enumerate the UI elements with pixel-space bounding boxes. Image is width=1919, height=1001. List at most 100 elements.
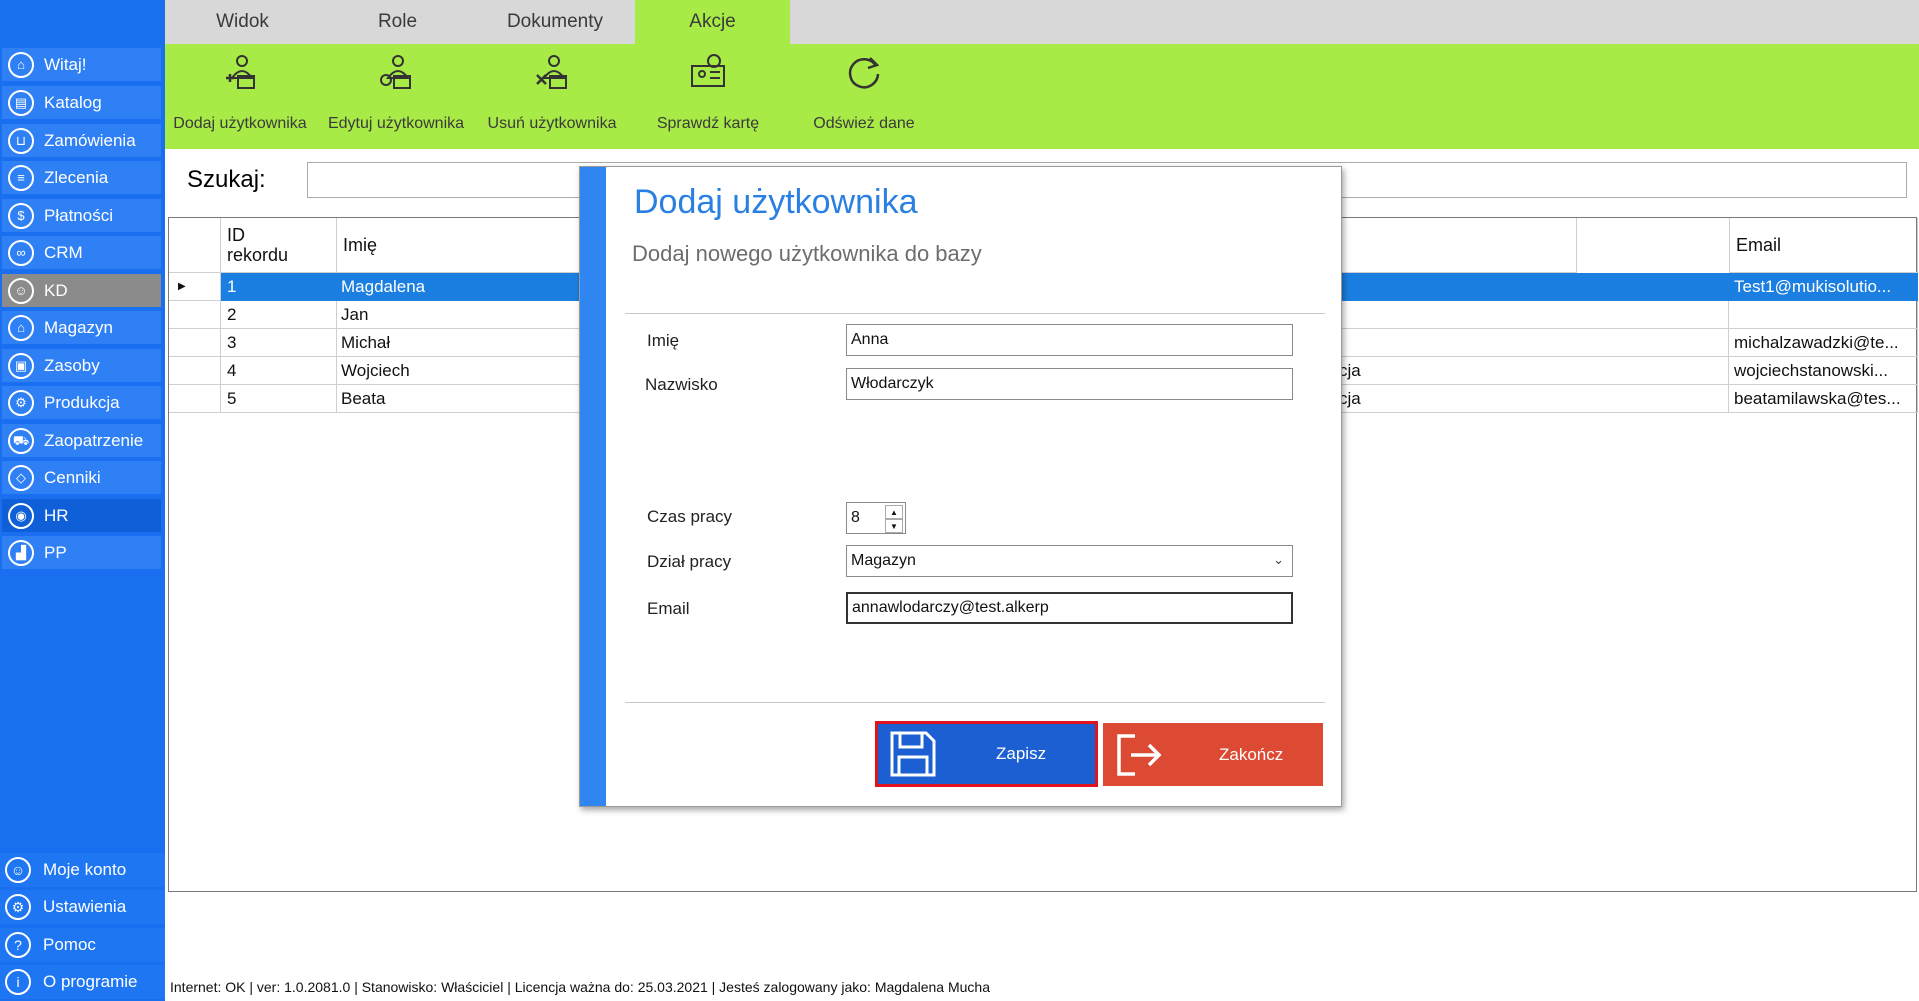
card-icon — [691, 54, 725, 87]
sidebar-item-produkcja[interactable]: ⚙ Produkcja — [2, 386, 161, 419]
table-row[interactable]: 4 — [221, 357, 337, 385]
info-icon: i — [5, 969, 31, 995]
chevron-down-icon: ⌄ — [1273, 552, 1284, 567]
sidebar-item-crm[interactable]: ∞ CRM — [2, 236, 161, 269]
sidebar-item-kd[interactable]: ☺ KD — [2, 274, 161, 307]
edit-user-button[interactable]: Edytuj użytkownika — [321, 44, 471, 149]
close-button[interactable]: Zakończ — [1103, 723, 1323, 786]
ribbon-label: Dodaj użytkownika — [173, 115, 307, 132]
table-row[interactable] — [1729, 301, 1918, 329]
grid-header-id[interactable]: ID rekordu — [221, 218, 337, 273]
sidebar-item-ustawienia[interactable]: ⚙ Ustawienia — [0, 890, 165, 924]
stepper-up-icon[interactable]: ▲ — [885, 505, 903, 519]
department-value: Magazyn — [851, 552, 916, 569]
table-row[interactable]: Test1@mukisolutio... — [1729, 273, 1918, 301]
sidebar-item-label: Zlecenia — [44, 167, 109, 187]
sidebar-item-pomoc[interactable]: ? Pomoc — [0, 928, 165, 962]
tab-widok[interactable]: Widok — [165, 0, 320, 44]
table-cell-mid: cja — [1339, 361, 1361, 380]
sidebar-item-platnosci[interactable]: $ Płatności — [2, 199, 161, 232]
sidebar-item-label: Pomoc — [43, 935, 96, 954]
email-label: Email — [647, 599, 690, 618]
sidebar-item-zamowienia[interactable]: ⊔ Zamówienia — [2, 124, 161, 157]
sidebar-item-witaj[interactable]: ⌂ Witaj! — [2, 48, 161, 81]
table-row[interactable]: 1 — [221, 273, 337, 301]
sidebar-item-label: CRM — [44, 242, 83, 262]
tab-dokumenty[interactable]: Dokumenty — [475, 0, 635, 44]
sidebar-item-label: HR — [44, 505, 69, 525]
check-card-button[interactable]: Sprawdź kartę — [633, 44, 783, 149]
table-row[interactable]: 5 — [221, 385, 337, 413]
department-label: Dział pracy — [647, 552, 732, 571]
status-bar: Internet: OK | ver: 1.0.2081.0 | Stanowi… — [170, 979, 991, 995]
book-icon: ▤ — [8, 89, 34, 116]
id-icon: ◉ — [8, 502, 34, 529]
dialog-title: Dodaj użytkownika — [634, 183, 918, 221]
row-indicator — [169, 357, 221, 385]
sidebar-item-magazyn[interactable]: ⌂ Magazyn — [2, 311, 161, 344]
exit-icon — [1117, 733, 1162, 776]
work-hours-stepper[interactable]: 8 ▲ ▼ — [846, 502, 906, 534]
first-name-field[interactable]: Anna — [846, 324, 1293, 356]
table-row[interactable]: 3 — [221, 329, 337, 357]
refresh-button[interactable]: Odśwież dane — [789, 44, 939, 149]
sidebar-item-katalog[interactable]: ▤ Katalog — [2, 86, 161, 119]
divider — [625, 702, 1325, 703]
sidebar-item-label: PP — [44, 542, 67, 562]
truck-icon: ⛟ — [8, 427, 34, 454]
department-select[interactable]: Magazyn ⌄ — [846, 545, 1293, 577]
sidebar-item-cenniki[interactable]: ◇ Cenniki — [2, 461, 161, 494]
grid-header-email[interactable]: Email — [1729, 218, 1918, 273]
stepper-down-icon[interactable]: ▼ — [885, 519, 903, 533]
sidebar-item-zaopatrzenie[interactable]: ⛟ Zaopatrzenie — [2, 424, 161, 457]
sidebar-item-pp[interactable]: ▟ PP — [2, 536, 161, 569]
save-button[interactable]: Zapisz — [875, 721, 1098, 787]
box-icon: ▣ — [8, 352, 34, 379]
ribbon-label: Edytuj użytkownika — [327, 115, 465, 132]
delete-user-button[interactable]: Usuń użytkownika — [477, 44, 627, 149]
last-name-field[interactable]: Włodarczyk — [846, 368, 1293, 400]
floppy-disk-icon — [890, 731, 936, 777]
sidebar-item-o-programie[interactable]: i O programie — [0, 965, 165, 999]
delete-user-icon — [536, 55, 567, 89]
list-icon: ≡ — [8, 164, 34, 191]
row-indicator — [169, 329, 221, 357]
dollar-icon: $ — [8, 202, 34, 229]
first-name-label: Imię — [647, 331, 680, 350]
sidebar-item-label: O programie — [43, 972, 138, 991]
sidebar-item-zasoby[interactable]: ▣ Zasoby — [2, 349, 161, 382]
row-indicator — [169, 301, 221, 329]
user-icon: ☺ — [8, 277, 34, 304]
email-field[interactable]: annawlodarczy@test.alkerp — [846, 592, 1293, 624]
table-row[interactable]: beatamilawska@tes... — [1729, 385, 1918, 413]
grid-header-indicator — [169, 218, 221, 273]
table-row[interactable]: michalzawadzki@te... — [1729, 329, 1918, 357]
last-name-label: Nazwisko — [645, 375, 718, 394]
table-row[interactable]: 2 — [221, 301, 337, 329]
cart-icon: ⊔ — [8, 127, 34, 154]
gear-icon: ⚙ — [8, 389, 34, 416]
sidebar-item-label: Ustawienia — [43, 897, 127, 916]
add-user-icon — [226, 55, 255, 89]
sidebar-item-label: Produkcja — [44, 392, 120, 412]
table-row[interactable]: wojciechstanowski... — [1729, 357, 1918, 385]
account-icon: ☺ — [5, 857, 31, 883]
sidebar-item-label: Cenniki — [44, 467, 101, 487]
tab-bar: Widok Role Dokumenty Akcje — [165, 0, 1919, 44]
tab-role[interactable]: Role — [320, 0, 475, 44]
sidebar-item-hr[interactable]: ◉ HR — [2, 499, 161, 532]
tab-akcje[interactable]: Akcje — [635, 0, 790, 44]
tag-icon: ◇ — [8, 464, 34, 491]
search-label: Szukaj: — [187, 166, 266, 193]
ribbon-label: Sprawdź kartę — [656, 115, 760, 132]
row-indicator — [169, 385, 221, 413]
add-user-dialog: Dodaj użytkownika Dodaj nowego użytkowni… — [579, 166, 1342, 807]
sidebar-item-zlecenia[interactable]: ≡ Zlecenia — [2, 161, 161, 194]
add-user-button[interactable]: Dodaj użytkownika — [165, 44, 315, 149]
sidebar: ⌂ Witaj! ▤ Katalog ⊔ Zamówienia ≡ Zlecenia $… — [0, 0, 165, 1001]
sidebar-item-label: Zaopatrzenie — [44, 430, 144, 450]
sidebar-item-moje-konto[interactable]: ☺ Moje konto — [0, 853, 165, 887]
dialog-accent-stripe — [580, 167, 606, 806]
work-hours-label: Czas pracy — [647, 507, 733, 526]
sidebar-item-label: Witaj! — [44, 54, 87, 74]
